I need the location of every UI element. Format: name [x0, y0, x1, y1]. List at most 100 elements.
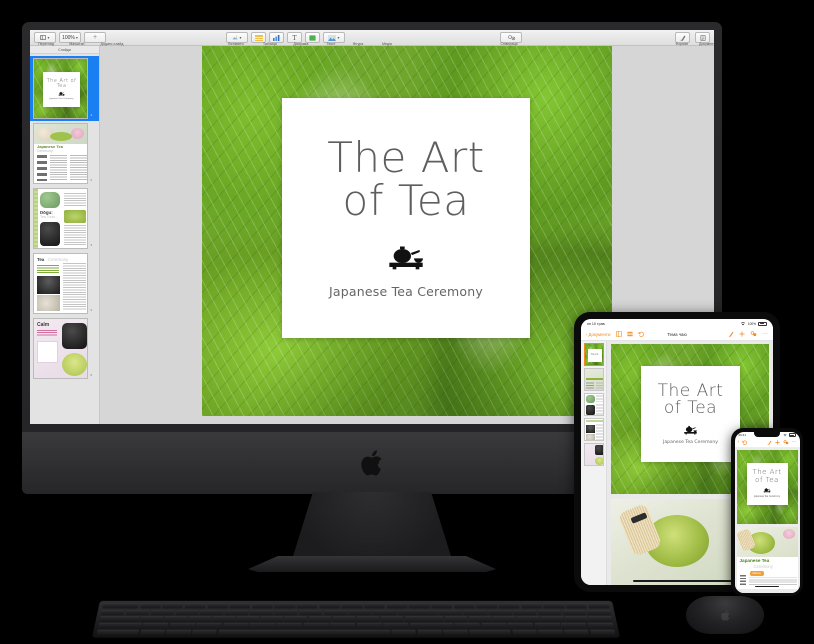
chevron-left-icon[interactable]: ‹ [738, 440, 740, 445]
key[interactable] [589, 629, 616, 635]
magic-keyboard[interactable] [91, 600, 621, 638]
iphone-next-slide[interactable]: Japanese Tea Ceremony Матча [736, 526, 798, 589]
key[interactable] [586, 610, 612, 616]
key[interactable] [391, 629, 417, 635]
key[interactable] [560, 622, 588, 629]
key[interactable] [348, 610, 372, 616]
key[interactable] [417, 629, 443, 635]
key[interactable] [222, 622, 249, 629]
key[interactable] [308, 616, 332, 622]
key[interactable] [404, 616, 444, 622]
key[interactable] [520, 603, 543, 609]
title-card[interactable]: The Art of Tea Japanese Tea Ceremony [282, 98, 530, 338]
key[interactable] [409, 622, 454, 629]
key[interactable] [512, 629, 538, 635]
key[interactable] [296, 603, 318, 609]
ipad-thumbnail-3[interactable] [583, 393, 604, 416]
key[interactable] [211, 616, 236, 622]
key[interactable] [408, 603, 431, 609]
key[interactable] [323, 610, 348, 616]
slide-thumbnail-2[interactable]: Japanese Tea Ceremony 2 [30, 121, 99, 186]
key[interactable] [99, 616, 140, 622]
key[interactable] [284, 616, 308, 622]
key[interactable] [383, 622, 409, 629]
ellipsis-icon[interactable]: ··· [792, 440, 797, 445]
key[interactable] [206, 603, 229, 609]
slide-thumbnail-4[interactable]: Tea Ceremony 4 [30, 251, 99, 316]
key[interactable] [438, 610, 463, 616]
key[interactable] [386, 603, 408, 609]
key[interactable] [431, 603, 453, 609]
key[interactable] [96, 629, 140, 635]
key[interactable] [303, 622, 329, 629]
key[interactable] [537, 629, 564, 635]
key[interactable] [356, 616, 380, 622]
key[interactable] [142, 622, 169, 629]
key[interactable] [563, 629, 590, 635]
slide-navigator[interactable]: Слайди The Art of Tea Japanese Tea Cerem… [30, 46, 100, 424]
slide-thumbnail-list[interactable]: The Art of Tea Japanese Tea Ceremony 1 J… [30, 54, 99, 424]
key[interactable] [507, 622, 534, 629]
key[interactable] [184, 603, 207, 609]
key[interactable] [443, 629, 469, 635]
insert-icon[interactable] [627, 331, 634, 337]
key[interactable] [565, 603, 588, 609]
key[interactable] [187, 616, 212, 622]
key[interactable] [332, 616, 356, 622]
key[interactable] [540, 616, 565, 622]
key[interactable] [98, 622, 143, 629]
key[interactable] [100, 610, 126, 616]
key[interactable] [125, 610, 150, 616]
key[interactable] [161, 603, 184, 609]
key[interactable] [468, 616, 492, 622]
slide-thumbnail-3[interactable]: Dōgu: Tea Tools 3 [30, 186, 99, 251]
key[interactable] [587, 622, 614, 629]
key[interactable] [249, 610, 274, 616]
iphone-current-slide[interactable]: The Art of Tea Japanese Tea Ceremony [736, 449, 798, 524]
key[interactable] [480, 622, 507, 629]
key[interactable] [196, 622, 223, 629]
key[interactable] [488, 610, 513, 616]
key[interactable] [469, 629, 512, 635]
format-brush-icon[interactable] [767, 440, 772, 445]
magic-mouse[interactable] [686, 596, 764, 634]
key[interactable] [298, 610, 323, 616]
key[interactable] [492, 616, 516, 622]
key[interactable] [199, 610, 224, 616]
key[interactable] [397, 610, 438, 616]
key[interactable] [319, 603, 341, 609]
key[interactable] [276, 622, 302, 629]
undo-icon[interactable] [742, 440, 748, 445]
ipad-thumbnail-5[interactable] [583, 443, 604, 466]
key[interactable] [562, 610, 587, 616]
ipad-thumbnail-1[interactable]: The Art [583, 343, 604, 366]
key[interactable] [444, 616, 468, 622]
key[interactable] [475, 603, 498, 609]
key[interactable] [364, 603, 386, 609]
key[interactable] [534, 622, 561, 629]
key[interactable] [224, 610, 249, 616]
key[interactable] [341, 603, 363, 609]
key[interactable] [191, 629, 218, 635]
slide-thumbnail-1[interactable]: The Art of Tea Japanese Tea Ceremony 1 [30, 56, 99, 121]
key[interactable] [139, 616, 164, 622]
key[interactable] [236, 616, 260, 622]
plus-icon[interactable] [774, 440, 780, 445]
key[interactable] [537, 610, 562, 616]
key[interactable] [165, 629, 192, 635]
format-brush-icon[interactable] [728, 331, 734, 337]
key[interactable] [102, 603, 139, 609]
key[interactable] [169, 622, 196, 629]
ipad-thumbnail-4[interactable] [583, 418, 604, 441]
key[interactable] [175, 610, 200, 616]
ipad-thumbnail-2[interactable] [583, 368, 604, 391]
navigator-icon[interactable] [616, 331, 623, 337]
key[interactable] [274, 603, 296, 609]
key[interactable] [542, 603, 565, 609]
plus-icon[interactable] [739, 331, 745, 337]
key[interactable] [380, 616, 404, 622]
space-key[interactable] [217, 629, 391, 635]
key[interactable] [163, 616, 188, 622]
key[interactable] [274, 610, 298, 616]
key[interactable] [150, 610, 175, 616]
